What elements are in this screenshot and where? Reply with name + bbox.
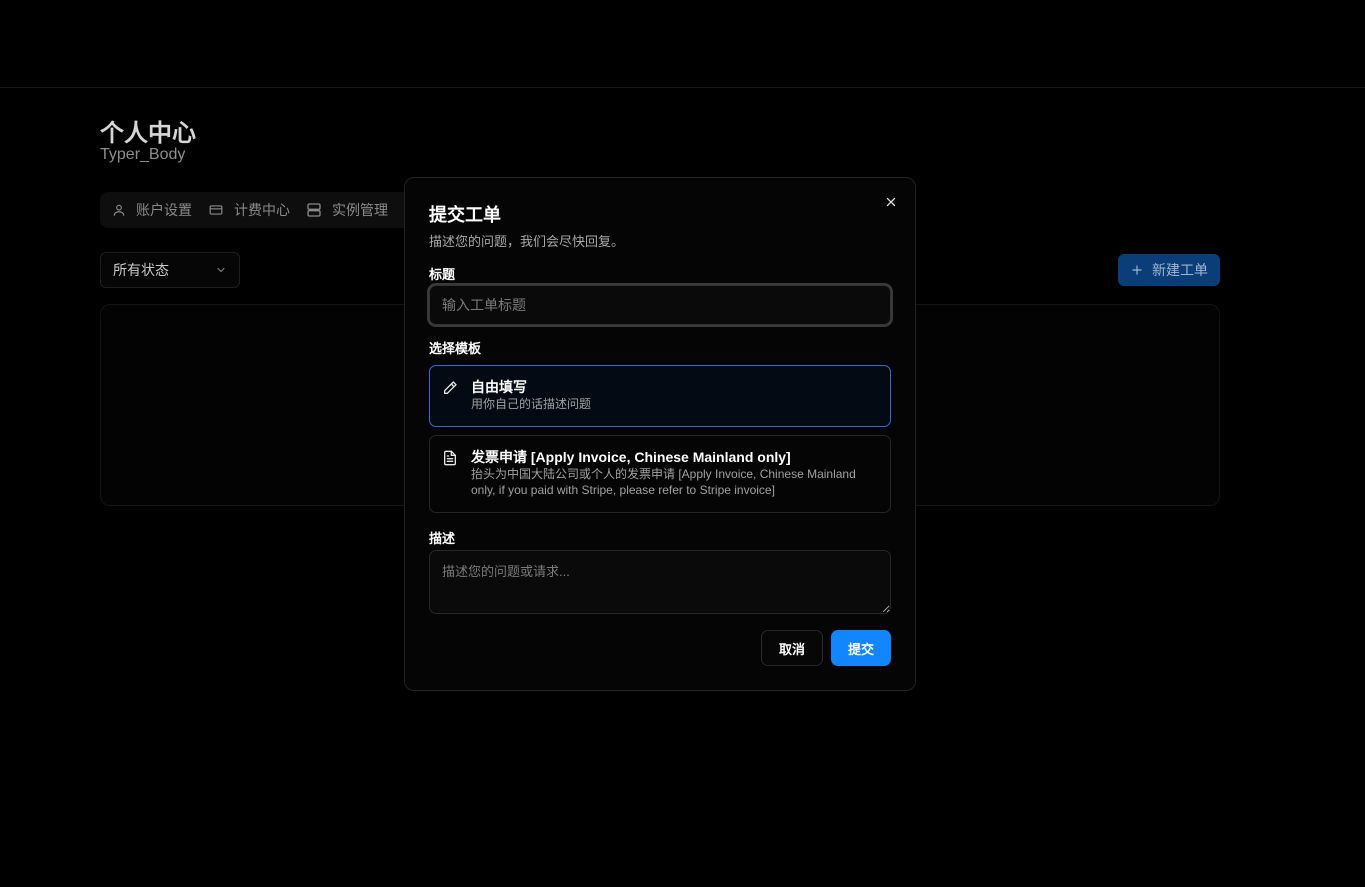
template-title: 自由填写	[471, 379, 527, 395]
template-title: 发票申请 [Apply Invoice, Chinese Mainland on…	[471, 449, 791, 465]
new-ticket-label: 新建工单	[1152, 262, 1208, 278]
document-icon	[442, 448, 460, 500]
plus-icon	[1132, 265, 1142, 275]
template-option-free-form[interactable]: 自由填写 用你自己的话描述问题	[429, 365, 891, 427]
chevron-down-icon	[217, 268, 225, 272]
status-filter-value: 所有状态	[113, 262, 169, 278]
dialog-title: 提交工单	[429, 205, 501, 225]
tab-account-settings[interactable]: 账户设置	[112, 200, 192, 220]
profile-tabs: 账户设置 计费中心 实例管理	[100, 192, 430, 228]
top-navbar	[0, 0, 1365, 88]
new-ticket-button[interactable]: 新建工单	[1118, 254, 1220, 286]
tab-instances[interactable]: 实例管理	[306, 200, 388, 220]
dialog-description: 描述您的问题，我们会尽快回复。	[429, 234, 625, 249]
description-textarea[interactable]	[429, 550, 891, 614]
submit-button[interactable]: 提交	[831, 630, 891, 666]
cancel-button[interactable]: 取消	[761, 630, 823, 666]
template-description: 用你自己的话描述问题	[471, 397, 592, 411]
tab-billing[interactable]: 计费中心	[208, 200, 290, 220]
username-label: Typer_Body	[100, 146, 186, 163]
template-option-invoice[interactable]: 发票申请 [Apply Invoice, Chinese Mainland on…	[429, 435, 891, 513]
status-filter-select[interactable]: 所有状态	[100, 252, 240, 288]
tab-label: 计费中心	[234, 202, 290, 218]
user-icon	[113, 204, 125, 216]
description-field-label: 描述	[429, 531, 456, 546]
title-field-label: 标题	[429, 267, 456, 282]
ticket-title-input[interactable]	[429, 285, 891, 325]
close-icon	[886, 197, 896, 207]
tab-label: 账户设置	[136, 202, 192, 218]
pencil-icon	[442, 378, 460, 414]
submit-ticket-dialog: 提交工单 描述您的问题，我们会尽快回复。 标题 选择模板 自由填写 用你自己的话…	[404, 177, 916, 691]
template-section-label: 选择模板	[429, 341, 482, 356]
server-icon	[307, 203, 321, 217]
page-title: 个人中心	[100, 120, 196, 147]
credit-card-icon	[209, 205, 223, 215]
template-description: 抬头为中国大陆公司或个人的发票申请 [Apply Invoice, Chines…	[471, 467, 856, 497]
close-button[interactable]	[883, 194, 899, 210]
tab-label: 实例管理	[332, 202, 388, 218]
page: 个人中心 Typer_Body 账户设置 计费中心 实例管理 所有状态 新建工单…	[0, 0, 1365, 887]
